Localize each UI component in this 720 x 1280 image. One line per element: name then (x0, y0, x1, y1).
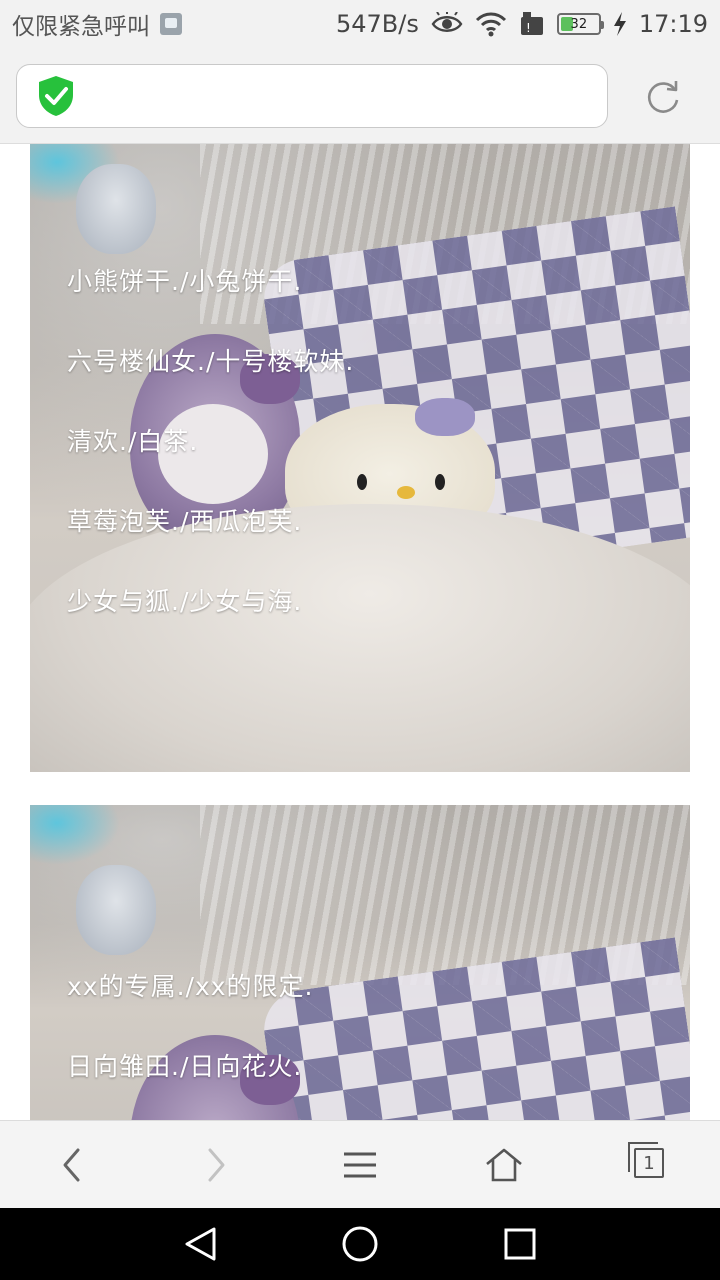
overlay-text-line: 草莓泡芙./西瓜泡芙. (67, 507, 303, 536)
content-image[interactable]: xx的专属./xx的限定. 日向雏田./日向花火. (30, 805, 690, 1120)
overlay-text-line: 少女与狐./少女与海. (67, 587, 303, 616)
overlay-text-line: 小熊饼干./小兔饼干. (67, 267, 303, 296)
forward-button[interactable] (194, 1143, 238, 1187)
browser-bottom-nav: 1 (0, 1120, 720, 1208)
overlay-text-line: 六号楼仙女./十号楼软妹. (67, 347, 355, 376)
home-icon (486, 1148, 522, 1182)
refresh-icon[interactable] (642, 76, 684, 118)
overlay-text-line: 清欢./白茶. (67, 427, 199, 456)
home-button[interactable] (482, 1143, 526, 1187)
back-button[interactable] (50, 1143, 94, 1187)
svg-text:!: ! (526, 21, 531, 35)
page-content[interactable]: 小熊饼干./小兔饼干. 六号楼仙女./十号楼软妹. 清欢./白茶. 草莓泡芙./… (0, 144, 720, 1120)
menu-icon (344, 1152, 376, 1178)
battery-level: 32 (570, 16, 588, 32)
light-glow (30, 805, 120, 865)
shield-check-icon (39, 76, 73, 116)
menu-button[interactable] (338, 1143, 382, 1187)
status-left: 仅限紧急呼叫 (12, 7, 182, 41)
content-image[interactable]: 小熊饼干./小兔饼干. 六号楼仙女./十号楼软妹. 清欢./白茶. 草莓泡芙./… (30, 144, 690, 772)
system-nav-bar (0, 1208, 720, 1280)
system-recents-icon[interactable] (503, 1227, 537, 1261)
small-plush-toy (76, 164, 156, 254)
data-signal-icon: ! (520, 12, 543, 35)
back-icon (63, 1148, 80, 1182)
sim-card-icon (160, 13, 182, 35)
small-plush-toy (76, 865, 156, 955)
system-home-icon[interactable] (341, 1225, 379, 1263)
charging-icon (613, 12, 626, 36)
overlay-text-line: xx的专属./xx的限定. (67, 972, 314, 1001)
address-field[interactable] (16, 64, 608, 128)
browser-toolbar (0, 48, 720, 144)
forward-icon (208, 1148, 225, 1182)
wifi-icon (475, 12, 506, 37)
blanket (30, 504, 690, 772)
tabs-icon[interactable]: 1 (634, 1148, 664, 1178)
carrier-text: 仅限紧急呼叫 (12, 14, 150, 40)
clock: 17:19 (638, 10, 708, 38)
status-right: 547B/s ! 32 17:19 (336, 10, 708, 38)
battery-icon: 32 (556, 13, 604, 35)
network-speed: 547B/s (335, 10, 419, 38)
eye-icon (431, 12, 463, 32)
system-back-icon[interactable] (182, 1226, 218, 1262)
status-bar: 仅限紧急呼叫 547B/s ! 32 17:19 (0, 0, 720, 48)
overlay-text-line: 日向雏田./日向花火. (67, 1052, 303, 1081)
tab-count: 1 (643, 1152, 655, 1174)
